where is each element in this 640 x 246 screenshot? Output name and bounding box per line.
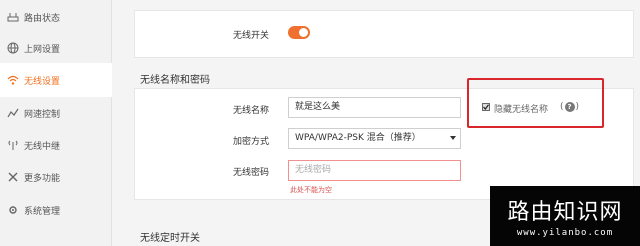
password-error: 此处不能为空 [290, 186, 332, 194]
sidebar-item-repeater[interactable]: 无线中继 [0, 128, 112, 162]
section-title-name-password: 无线名称和密码 [140, 75, 210, 86]
wireless-switch-label: 无线开关 [232, 31, 269, 41]
sidebar-item-label: 路由状态 [24, 13, 61, 24]
section-title-schedule: 无线定时开关 [140, 233, 200, 244]
password-input[interactable]: 无线密码 [288, 160, 461, 181]
password-label: 无线密码 [232, 168, 269, 178]
encryption-value: WPA/WPA2-PSK 混合（推荐） [295, 133, 421, 143]
sidebar: 路由状态 上网设置 无线设置 网速控制 无线中继 更多功能 系统管理 [0, 0, 112, 246]
chevron-down-icon [450, 136, 456, 140]
wireless-switch-toggle[interactable] [288, 26, 310, 39]
gear-icon [6, 203, 20, 217]
highlight-annotation [467, 78, 604, 128]
encryption-label: 加密方式 [232, 137, 269, 147]
sidebar-item-label: 无线中继 [24, 141, 61, 152]
globe-icon [6, 41, 20, 55]
chart-icon [6, 106, 20, 120]
antenna-icon [6, 138, 20, 152]
watermark-title: 路由知识网 [507, 200, 623, 225]
sidebar-item-label: 上网设置 [24, 44, 61, 55]
sidebar-item-more[interactable]: 更多功能 [0, 160, 112, 194]
ssid-label: 无线名称 [232, 106, 269, 116]
sidebar-item-label: 系统管理 [24, 206, 61, 217]
watermark: 路由知识网 www.yilanbo.com [490, 186, 640, 246]
tools-icon [6, 170, 20, 184]
sidebar-item-internet[interactable]: 上网设置 [0, 31, 112, 65]
sidebar-item-system[interactable]: 系统管理 [0, 193, 112, 227]
sidebar-item-wireless[interactable]: 无线设置 [0, 63, 112, 97]
wifi-icon [6, 73, 20, 87]
encryption-select[interactable]: WPA/WPA2-PSK 混合（推荐） [288, 128, 461, 149]
sidebar-item-router-status[interactable]: 路由状态 [0, 0, 112, 34]
sidebar-item-speed-control[interactable]: 网速控制 [0, 96, 112, 130]
sidebar-item-label: 无线设置 [24, 76, 61, 87]
sidebar-item-label: 网速控制 [24, 109, 61, 120]
sidebar-item-label: 更多功能 [24, 173, 61, 184]
ssid-input[interactable]: 就是这么美 [288, 97, 461, 118]
router-icon [6, 10, 20, 24]
watermark-url: www.yilanbo.com [516, 228, 614, 238]
